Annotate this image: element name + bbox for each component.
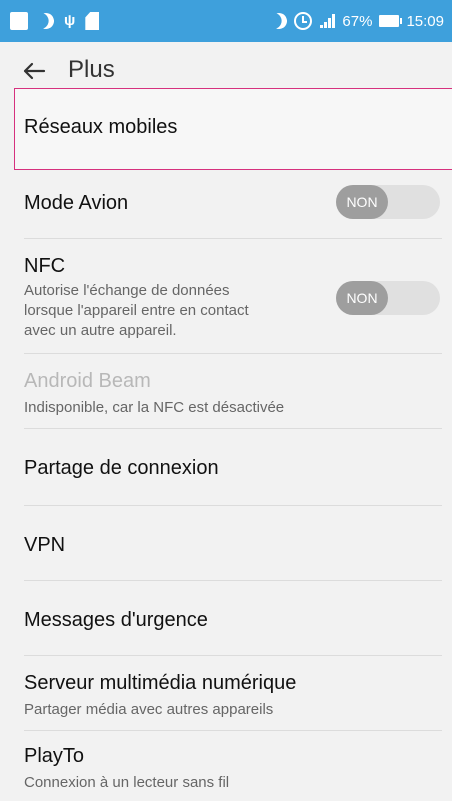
settings-item-android-beam: Android Beam Indisponible, car la NFC es… [0, 354, 452, 428]
settings-item-tethering[interactable]: Partage de connexion [0, 429, 452, 505]
toggle-knob: NON [336, 185, 388, 219]
notification-square-icon [10, 12, 28, 30]
settings-item-airplane-mode[interactable]: Mode Avion NON [0, 170, 452, 238]
status-right-icons: 67% 15:09 [264, 9, 444, 33]
item-title: Serveur multimédia numérique [24, 672, 297, 694]
item-title: Partage de connexion [24, 457, 219, 479]
page-title: Plus [68, 56, 115, 83]
toggle-knob: NON [336, 281, 388, 315]
battery-icon [379, 15, 403, 27]
sd-card-icon [85, 12, 100, 30]
item-title: VPN [24, 534, 66, 556]
item-title: Réseaux mobiles [24, 116, 178, 138]
settings-item-mobile-networks[interactable]: Réseaux mobiles [0, 88, 452, 170]
item-subtitle: Indisponible, car la NFC est désactivée [24, 399, 285, 416]
item-subtitle: Partager média avec autres appareils [24, 701, 274, 718]
back-arrow-icon[interactable] [22, 62, 46, 80]
status-left-icons: ψ [10, 9, 109, 33]
moon-icon [36, 11, 57, 32]
item-subtitle-line3: avec un autre appareil. [24, 322, 177, 339]
settings-item-playto[interactable]: PlayTo Connexion à un lecteur sans fil [0, 731, 452, 801]
moon-icon [269, 11, 290, 32]
status-bar: ψ 67% 15:09 [0, 0, 452, 42]
item-subtitle-line1: Autorise l'échange de données [24, 282, 230, 299]
clock: 15:09 [406, 12, 444, 30]
settings-item-emergency-messages[interactable]: Messages d'urgence [0, 581, 452, 655]
signal-icon [319, 14, 336, 28]
nfc-toggle[interactable]: NON [336, 281, 440, 315]
item-subtitle: Connexion à un lecteur sans fil [24, 774, 230, 791]
battery-percent: 67% [342, 12, 373, 30]
settings-item-media-server[interactable]: Serveur multimédia numérique Partager mé… [0, 656, 452, 730]
item-title: Messages d'urgence [24, 609, 208, 631]
item-title: NFC [24, 255, 66, 277]
item-title: Android Beam [24, 370, 151, 392]
item-title: Mode Avion [24, 192, 129, 214]
settings-item-vpn[interactable]: VPN [0, 506, 452, 580]
item-subtitle-line2: lorsque l'appareil entre en contact [24, 302, 249, 319]
settings-item-nfc[interactable]: NFC Autorise l'échange de données lorsqu… [0, 239, 452, 353]
item-title: PlayTo [24, 745, 85, 767]
alarm-icon [294, 12, 313, 30]
usb-icon: ψ [64, 12, 76, 29]
airplane-mode-toggle[interactable]: NON [336, 185, 440, 219]
